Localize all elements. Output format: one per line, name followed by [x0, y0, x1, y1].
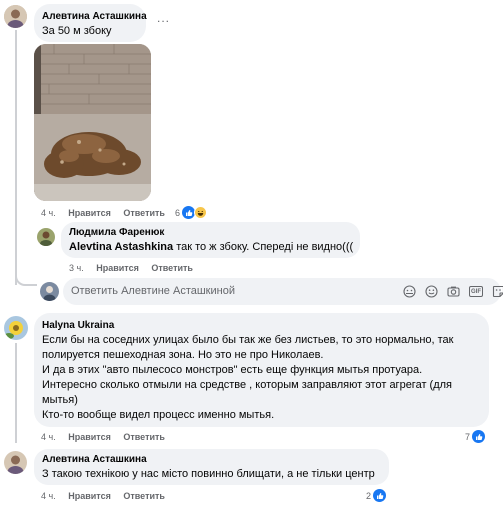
comment-time[interactable]: 4 ч. [41, 208, 56, 218]
like-button[interactable]: Нравится [68, 432, 111, 442]
comment-author[interactable]: Алевтина Асташкина [42, 11, 147, 22]
reaction-summary[interactable]: 2 [366, 489, 387, 502]
reaction-count: 7 [465, 431, 471, 442]
reply-tools: GIF [403, 285, 503, 298]
like-icon [373, 489, 387, 502]
mention-link[interactable]: Alevtina Astashkina [69, 241, 173, 253]
comment-text: Если бы на соседних улицах было бы так ж… [42, 333, 482, 423]
comment-actions: 4 ч. Нравится Ответить [41, 208, 165, 218]
comment-line: полируется пешеходная зона. Но это не пр… [42, 349, 324, 361]
comment-bubble: Алевтина Асташкина З такою технікою у на… [34, 449, 389, 485]
reply-input[interactable]: Ответить Алевтине Асташкиной GIF [63, 278, 503, 305]
avatar [40, 282, 59, 301]
avatar[interactable] [4, 316, 28, 340]
comment-text-body: так то ж збоку. Спереді не видно((( [173, 241, 354, 253]
avatar-sticker-icon[interactable] [403, 285, 416, 298]
thread-branch [15, 268, 37, 286]
avatar[interactable] [4, 5, 27, 28]
reaction-summary[interactable]: 6 [175, 206, 208, 219]
comment-text: Alevtina Astashkina так то ж збоку. Спер… [69, 240, 353, 255]
comment-actions: 4 ч. Нравится Ответить [41, 432, 165, 442]
comment-author[interactable]: Алевтина Асташкина [42, 454, 147, 465]
reply-button[interactable]: Ответить [123, 491, 165, 501]
comment-line: Если бы на соседних улицах было бы так ж… [42, 334, 454, 346]
thread-line [15, 343, 17, 443]
comment-time[interactable]: 4 ч. [41, 491, 56, 501]
camera-icon[interactable] [447, 285, 460, 298]
comment-bubble: Halyna Ukraina Если бы на соседних улица… [34, 313, 489, 427]
reply-button[interactable]: Ответить [123, 432, 165, 442]
haha-icon [194, 206, 208, 219]
reply-placeholder: Ответить Алевтине Асташкиной [71, 285, 235, 297]
gif-label: GIF [471, 288, 481, 295]
comment-line: И да в этих "авто пылесосо монстров" ест… [42, 364, 423, 376]
like-button[interactable]: Нравится [68, 208, 111, 218]
gif-icon[interactable]: GIF [469, 286, 483, 297]
avatar[interactable] [4, 451, 27, 474]
avatar[interactable] [37, 228, 55, 246]
comment-line: мытья) [42, 394, 78, 406]
like-button[interactable]: Нравится [96, 263, 139, 273]
sticker-icon[interactable] [492, 285, 503, 298]
comment-time[interactable]: 3 ч. [69, 263, 84, 273]
like-button[interactable]: Нравится [68, 491, 111, 501]
comment-text: За 50 м збоку [42, 25, 112, 37]
thread-line [15, 30, 17, 285]
reply-button[interactable]: Ответить [151, 263, 193, 273]
comment-actions: 4 ч. Нравится Ответить [41, 491, 165, 501]
reaction-count: 6 [175, 207, 181, 218]
comment-actions: 3 ч. Нравится Ответить [69, 263, 193, 273]
more-icon[interactable]: ... [157, 11, 170, 25]
like-icon [472, 430, 486, 443]
reaction-count: 2 [366, 490, 372, 501]
comment-text: З такою технікою у нас місто повинно бли… [42, 468, 375, 480]
comment-time[interactable]: 4 ч. [41, 432, 56, 442]
comment-bubble: Алевтина Асташкина За 50 м збоку [34, 4, 147, 42]
comment-line: Кто-то вообще видел процесс именно мытья… [42, 409, 275, 421]
comment-bubble: Людмила Фаренюк Alevtina Astashkina так … [61, 222, 360, 258]
comment-author[interactable]: Halyna Ukraina [42, 320, 114, 331]
comment-line: Интересно сколько отмыли на средстве , к… [42, 379, 453, 391]
reply-button[interactable]: Ответить [123, 208, 165, 218]
comment-author[interactable]: Людмила Фаренюк [69, 227, 164, 238]
comment-photo[interactable] [34, 44, 151, 201]
emoji-icon[interactable] [425, 285, 438, 298]
reaction-summary[interactable]: 7 [465, 430, 486, 443]
